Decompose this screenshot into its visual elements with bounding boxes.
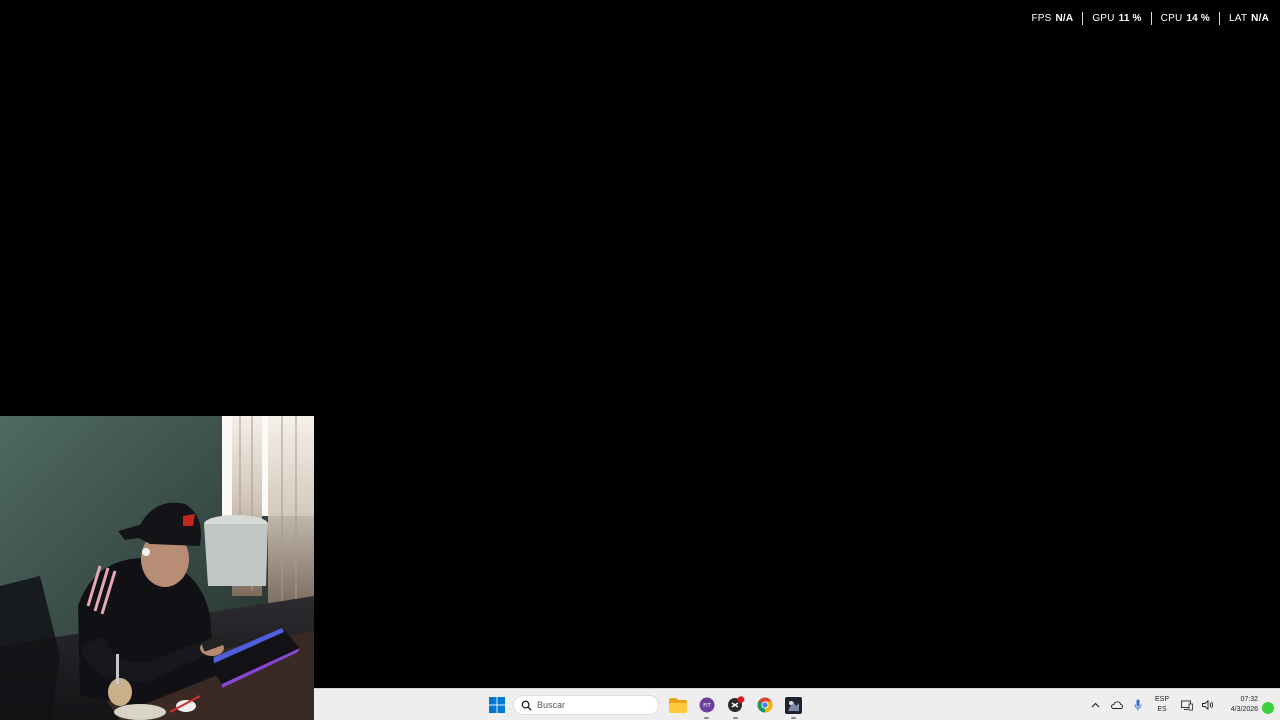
gpu-metric: GPU 11 % [1083, 12, 1150, 25]
webcam-overlay [0, 416, 314, 720]
chevron-up-icon [1091, 702, 1100, 708]
speaker-icon [1201, 700, 1213, 710]
taskbar-app-chrome[interactable] [750, 691, 779, 720]
performance-overlay: FPS N/A GPU 11 % CPU 14 % LAT N/A [1022, 12, 1269, 25]
running-indicator [733, 716, 738, 719]
taskbar-app-purple[interactable]: FIT [692, 691, 721, 720]
cpu-value: 14 % [1186, 13, 1210, 24]
system-tray: ESP ES 07:32 4/3/2026 [1085, 689, 1280, 720]
taskbar-center: Buscar FIT [482, 689, 808, 720]
start-button[interactable] [482, 691, 511, 720]
input-language-button[interactable]: ESP ES [1148, 695, 1176, 715]
desktop-screen: FPS N/A GPU 11 % CPU 14 % LAT N/A Buscar… [0, 0, 1280, 720]
chrome-icon [757, 697, 772, 713]
folder-icon [668, 697, 687, 713]
fps-metric: FPS N/A [1022, 12, 1082, 25]
game-icon [785, 696, 802, 714]
keyboard-layout: ES [1157, 706, 1167, 713]
search-placeholder: Buscar [537, 700, 566, 710]
taskbar: Buscar FIT ESP ES 07:32 4/3/2026 [314, 688, 1280, 720]
taskbar-app-file-explorer[interactable] [663, 691, 692, 720]
network-button[interactable] [1176, 693, 1197, 717]
svg-text:FIT: FIT [703, 703, 711, 709]
purple-app-icon: FIT [699, 697, 714, 713]
running-indicator [791, 716, 796, 719]
search-box[interactable]: Buscar [513, 695, 659, 715]
microphone-icon [1134, 699, 1141, 711]
dark-app-icon [727, 696, 744, 712]
webcam-feed-image [0, 416, 314, 720]
latency-label: LAT [1228, 13, 1248, 24]
gpu-value: 11 % [1118, 13, 1142, 24]
network-icon [1180, 700, 1193, 710]
latency-value: N/A [1251, 13, 1269, 24]
date-text: 4/3/2026 [1230, 706, 1258, 713]
volume-button[interactable] [1197, 693, 1218, 717]
clock-button[interactable]: 07:32 4/3/2026 [1218, 695, 1258, 715]
gpu-label: GPU [1092, 13, 1115, 24]
show-hidden-icons-button[interactable] [1085, 693, 1106, 717]
microphone-button[interactable] [1127, 693, 1148, 717]
running-indicator [704, 716, 709, 719]
onedrive-button[interactable] [1106, 693, 1127, 717]
language-code: ESP [1154, 696, 1169, 703]
taskbar-app-dark[interactable] [721, 691, 750, 720]
windows-logo-icon [488, 697, 505, 713]
notification-badge-icon[interactable] [1262, 702, 1274, 714]
fps-value: N/A [1055, 13, 1074, 24]
fps-label: FPS [1031, 13, 1052, 24]
cpu-metric: CPU 14 % [1152, 12, 1219, 25]
latency-metric: LAT N/A [1220, 12, 1269, 25]
time-text: 07:32 [1240, 696, 1258, 703]
cloud-icon [1110, 701, 1123, 709]
taskbar-app-game[interactable] [779, 691, 808, 720]
cpu-label: CPU [1160, 13, 1183, 24]
search-icon [521, 700, 532, 711]
